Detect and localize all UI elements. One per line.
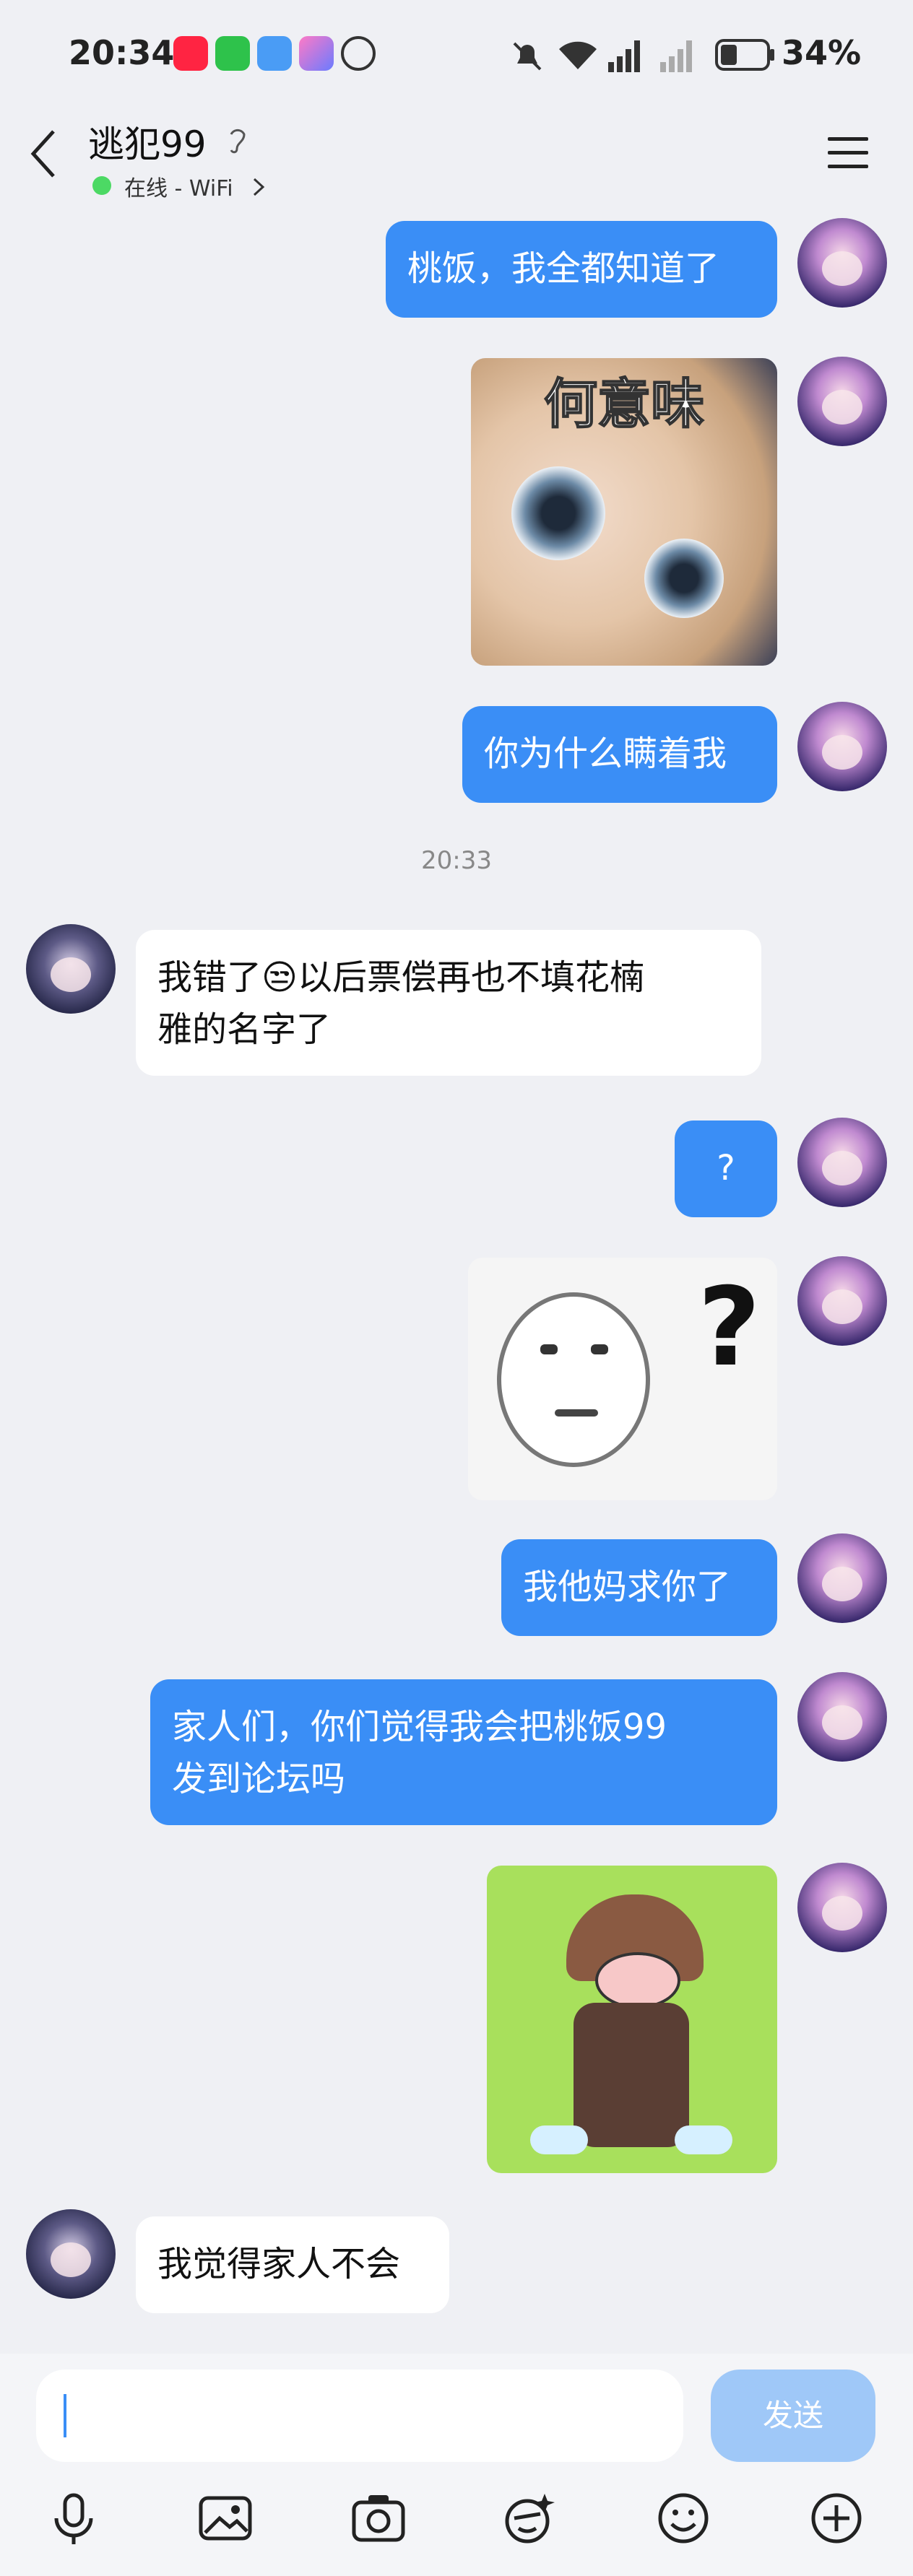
my-avatar[interactable] — [797, 1256, 887, 1346]
weather-icon — [257, 36, 292, 71]
my-avatar[interactable] — [797, 1863, 887, 1952]
menu-button[interactable] — [828, 137, 868, 178]
battery-icon — [715, 39, 774, 71]
message-text: ? — [717, 1148, 735, 1188]
signal-icon — [660, 40, 692, 72]
message-text: 我他妈求你了 — [523, 1567, 732, 1607]
message-text: 我觉得家人不会 — [157, 2244, 401, 2284]
mic-icon[interactable] — [45, 2489, 103, 2547]
send-button[interactable]: 发送 — [711, 2370, 875, 2462]
chat-title[interactable]: 逃犯99 — [88, 116, 207, 167]
message-bubble[interactable]: 你为什么瞒着我 — [462, 706, 777, 803]
hand-icon — [341, 36, 376, 71]
message-bubble[interactable]: 家人们，你们觉得我会把桃饭99 发到论坛吗 — [150, 1679, 777, 1825]
message-bubble[interactable]: ? — [675, 1121, 777, 1217]
contact-avatar[interactable] — [26, 2209, 116, 2299]
image-icon[interactable] — [196, 2489, 254, 2547]
plus-icon[interactable] — [808, 2489, 865, 2547]
app-icon — [299, 36, 334, 71]
battery-percent: 34% — [782, 33, 862, 72]
back-icon[interactable] — [29, 129, 58, 179]
my-avatar[interactable] — [797, 1672, 887, 1762]
emoji-icon[interactable] — [654, 2489, 712, 2547]
timestamp: 20:33 — [421, 846, 492, 875]
xiaohongshu-icon — [173, 36, 208, 71]
sticker-caption: 何意味 — [543, 373, 705, 436]
camera-icon[interactable] — [350, 2489, 407, 2547]
my-avatar[interactable] — [797, 218, 887, 308]
my-avatar[interactable] — [797, 702, 887, 791]
message-text: 发到论坛吗 — [172, 1759, 346, 1799]
chevron-right-icon — [253, 178, 265, 196]
text-caret — [64, 2394, 66, 2437]
message-text: 我错了😒以后票偿再也不填花楠 — [157, 957, 645, 998]
status-time: 20:34 — [69, 33, 175, 72]
contact-avatar[interactable] — [26, 924, 116, 1014]
message-text: 雅的名字了 — [157, 1009, 332, 1050]
sticker-image[interactable] — [487, 1866, 777, 2173]
sticker-question-mark: ? — [698, 1265, 761, 1391]
wifi-icon — [559, 41, 597, 69]
message-bubble[interactable]: 我觉得家人不会 — [136, 2216, 449, 2313]
message-text: 你为什么瞒着我 — [484, 734, 727, 774]
message-bubble[interactable]: 桃饭，我全都知道了 — [386, 221, 777, 318]
message-input[interactable] — [36, 2370, 683, 2462]
wechat-icon — [215, 36, 250, 71]
mute-icon — [513, 42, 542, 71]
my-avatar[interactable] — [797, 1118, 887, 1207]
message-text: 桃饭，我全都知道了 — [407, 248, 720, 289]
online-indicator — [92, 176, 111, 195]
5g-signal-icon — [608, 40, 640, 72]
online-status[interactable]: 在线 - WiFi — [124, 170, 233, 202]
sticker-image[interactable]: 何意味 — [471, 358, 777, 666]
my-avatar[interactable] — [797, 1533, 887, 1623]
my-avatar[interactable] — [797, 357, 887, 446]
sticker-icon[interactable] — [500, 2489, 558, 2547]
message-bubble[interactable]: 我他妈求你了 — [501, 1539, 777, 1636]
ear-icon — [230, 129, 246, 154]
message-bubble[interactable]: 我错了😒以后票偿再也不填花楠 雅的名字了 — [136, 930, 761, 1076]
sticker-image[interactable]: ? — [468, 1258, 777, 1500]
message-text: 家人们，你们觉得我会把桃饭99 — [172, 1707, 667, 1747]
